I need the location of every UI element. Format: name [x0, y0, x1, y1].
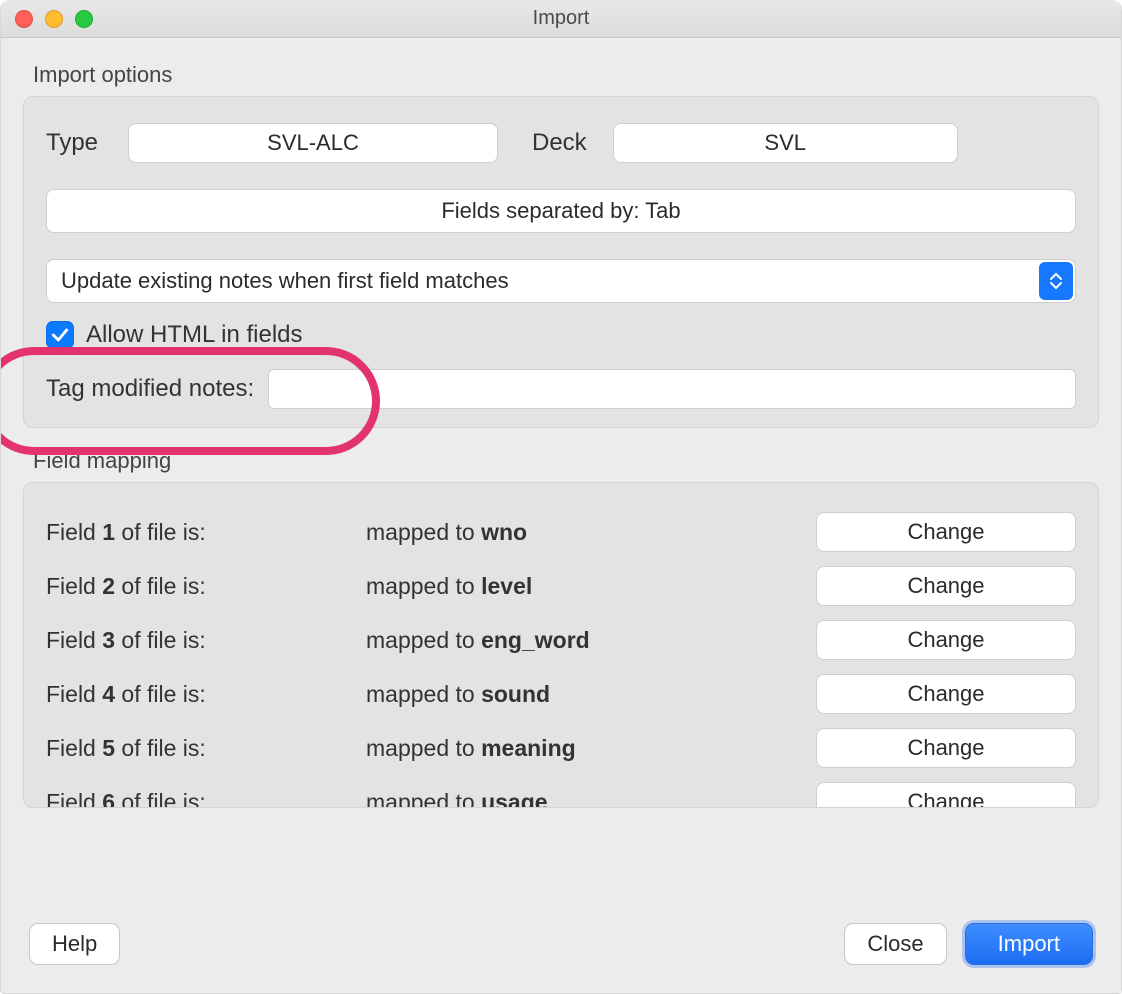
deck-label: Deck [532, 129, 587, 157]
window-title: Import [1, 7, 1121, 30]
field-target-label: mapped to wno [366, 519, 796, 546]
import-button[interactable]: Import [965, 923, 1093, 965]
deck-value: SVL [764, 130, 806, 156]
field-mapping-label: Field mapping [33, 448, 1093, 474]
field-mapping-row: Field 2 of file is:mapped to level Change [46, 559, 1076, 613]
dialog-footer: Help Close Import [1, 923, 1121, 993]
change-mapping-button[interactable]: Change [816, 674, 1076, 714]
field-target-label: mapped to eng_word [366, 627, 796, 654]
content-area: Import options Type SVL-ALC Deck SVL Fie… [1, 38, 1121, 818]
help-button-label: Help [52, 931, 97, 957]
field-mapping-list: Field 1 of file is:mapped to wnoChangeFi… [46, 505, 1076, 808]
field-mapping-row: Field 6 of file is:mapped to usage Change [46, 775, 1076, 808]
change-mapping-button[interactable]: Change [816, 728, 1076, 768]
close-button[interactable]: Close [844, 923, 946, 965]
field-source-label: Field 5 of file is: [46, 735, 366, 762]
type-label: Type [46, 129, 102, 157]
window-zoom-button[interactable] [75, 10, 93, 28]
note-type-button[interactable]: SVL-ALC [128, 123, 498, 163]
field-target-label: mapped to usage [366, 789, 796, 809]
import-options-label: Import options [33, 62, 1093, 88]
allow-html-checkbox[interactable] [46, 321, 74, 349]
window-minimize-button[interactable] [45, 10, 63, 28]
help-button[interactable]: Help [29, 923, 120, 965]
tag-modified-label: Tag modified notes: [46, 375, 254, 403]
import-button-label: Import [998, 931, 1060, 957]
close-button-label: Close [867, 931, 923, 957]
tag-modified-input[interactable] [268, 369, 1076, 409]
change-mapping-button[interactable]: Change [816, 782, 1076, 808]
field-mapping-group: Field 1 of file is:mapped to wnoChangeFi… [23, 482, 1099, 808]
field-source-label: Field 4 of file is: [46, 681, 366, 708]
field-target-label: mapped to sound [366, 681, 796, 708]
field-source-label: Field 6 of file is: [46, 789, 366, 809]
field-mapping-row: Field 3 of file is:mapped to eng_word Cha… [46, 613, 1076, 667]
change-mapping-button[interactable]: Change [816, 512, 1076, 552]
window-controls [15, 10, 93, 28]
chevron-up-down-icon [1039, 262, 1073, 300]
duplicate-handling-value: Update existing notes when first field m… [61, 268, 509, 294]
field-mapping-row: Field 5 of file is:mapped to meaning Chan… [46, 721, 1076, 775]
change-mapping-button[interactable]: Change [816, 566, 1076, 606]
field-mapping-row: Field 1 of file is:mapped to wno Change [46, 505, 1076, 559]
note-type-value: SVL-ALC [267, 130, 359, 156]
field-mapping-row: Field 4 of file is:mapped to sound Change [46, 667, 1076, 721]
field-source-label: Field 3 of file is: [46, 627, 366, 654]
titlebar: Import [1, 0, 1121, 38]
duplicate-handling-select[interactable]: Update existing notes when first field m… [46, 259, 1076, 303]
window-close-button[interactable] [15, 10, 33, 28]
import-options-group: Type SVL-ALC Deck SVL Fields separated b… [23, 96, 1099, 428]
field-separator-label: Fields separated by: Tab [441, 198, 680, 224]
field-separator-button[interactable]: Fields separated by: Tab [46, 189, 1076, 233]
tag-modified-row: Tag modified notes: [46, 369, 1076, 409]
deck-button[interactable]: SVL [613, 123, 958, 163]
check-icon [50, 325, 70, 345]
field-target-label: mapped to level [366, 573, 796, 600]
field-source-label: Field 1 of file is: [46, 519, 366, 546]
field-target-label: mapped to meaning [366, 735, 796, 762]
change-mapping-button[interactable]: Change [816, 620, 1076, 660]
field-source-label: Field 2 of file is: [46, 573, 366, 600]
allow-html-label: Allow HTML in fields [86, 321, 303, 349]
import-window: Import Import options Type SVL-ALC Deck … [0, 0, 1122, 994]
allow-html-row: Allow HTML in fields [46, 321, 1076, 349]
